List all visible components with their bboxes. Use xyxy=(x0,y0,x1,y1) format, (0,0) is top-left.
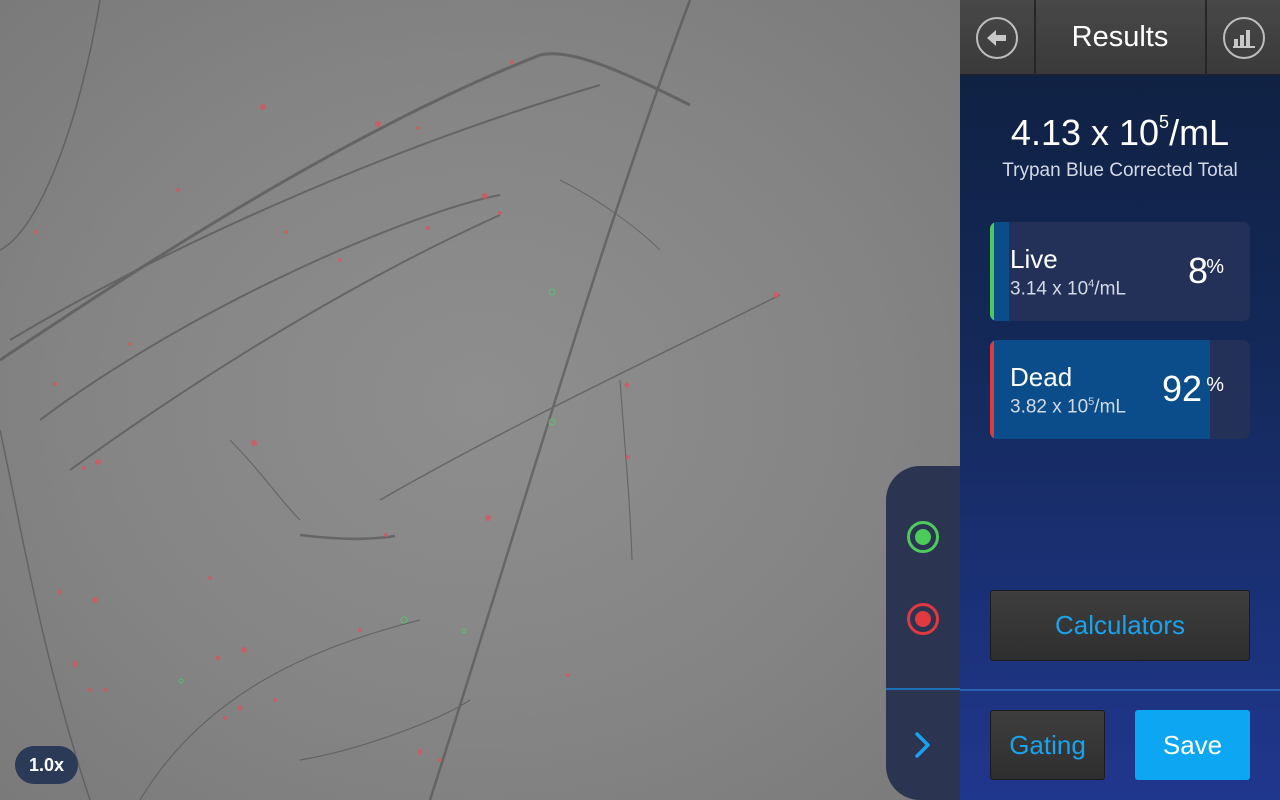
cell-image-overlay xyxy=(0,0,781,800)
total-concentration: 4.13 x 105/mL xyxy=(1010,112,1230,153)
dead-percent-sign: % xyxy=(1206,374,1224,396)
dead-label: Dead xyxy=(1010,362,1073,392)
strip-divider xyxy=(886,688,960,690)
expand-panel-button[interactable] xyxy=(908,724,938,766)
live-percent-sign: % xyxy=(1206,256,1224,278)
live-concentration: 3.14 x 104/mL xyxy=(1010,278,1126,300)
save-button[interactable]: Save xyxy=(1135,710,1250,780)
overlay-toggle-strip xyxy=(886,466,960,800)
back-arrow-icon xyxy=(976,16,1018,59)
chevron-right-icon xyxy=(915,732,930,758)
back-button[interactable] xyxy=(960,0,1034,75)
live-percent: 8 xyxy=(1187,250,1208,291)
dead-accent-bar xyxy=(990,340,994,439)
panel-header: Results xyxy=(960,0,1280,75)
dead-percent: 92 xyxy=(1161,368,1202,409)
live-result-card[interactable]: Live 3.14 x 104/mL 8 % xyxy=(990,222,1250,321)
calculators-button[interactable]: Calculators xyxy=(990,590,1250,661)
dead-concentration: 3.82 x 105/mL xyxy=(1010,396,1126,418)
live-label: Live xyxy=(1010,244,1058,274)
total-concentration-label: Trypan Blue Corrected Total xyxy=(1002,160,1238,181)
panel-divider xyxy=(960,689,1280,691)
results-panel: Results 4.13 x 105/mL Trypan Blue Correc… xyxy=(960,0,1280,800)
live-cell-marker-icon xyxy=(907,521,939,553)
page-title: Results xyxy=(1071,21,1169,53)
live-accent-bar xyxy=(990,222,994,321)
zoom-level-badge[interactable]: 1.0x xyxy=(15,746,78,784)
microscope-image[interactable]: 1.0x xyxy=(0,0,960,800)
dead-overlay-toggle[interactable] xyxy=(906,602,940,636)
live-overlay-toggle[interactable] xyxy=(906,520,940,554)
dead-cell-marker-icon xyxy=(907,603,939,635)
bar-chart-icon xyxy=(1223,16,1265,59)
gating-button[interactable]: Gating xyxy=(990,710,1105,780)
chart-view-button[interactable] xyxy=(1207,0,1280,75)
dead-result-card[interactable]: Dead 3.82 x 105/mL 92 % xyxy=(990,340,1250,439)
